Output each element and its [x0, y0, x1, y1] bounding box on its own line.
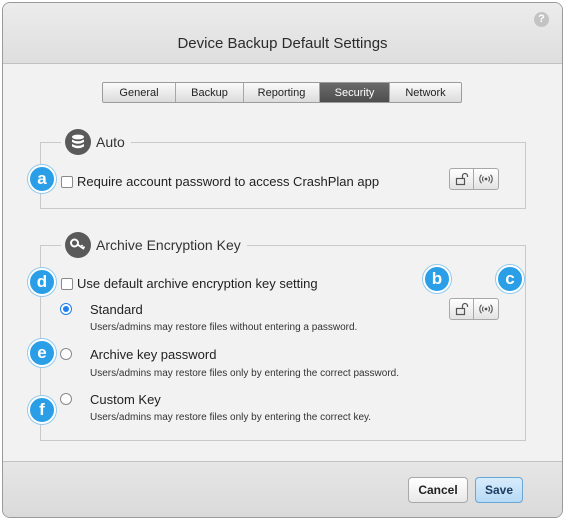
option-standard-label: Standard — [90, 302, 143, 317]
radio-custom-key[interactable] — [60, 393, 72, 405]
callout-a: a — [28, 165, 56, 193]
callout-b: b — [423, 265, 451, 293]
option-custom-key-label: Custom Key — [90, 392, 161, 407]
auto-section-header: Auto — [61, 128, 131, 156]
tab-network[interactable]: Network — [390, 83, 461, 102]
broadcast-icon — [479, 304, 493, 314]
callout-f: f — [28, 396, 56, 424]
use-default-key-checkbox[interactable] — [61, 278, 73, 290]
radio-standard[interactable] — [60, 303, 72, 315]
tab-reporting[interactable]: Reporting — [244, 83, 320, 102]
option-custom-key-description: Users/admins may restore files only by e… — [90, 412, 372, 423]
cancel-button[interactable]: Cancel — [408, 477, 468, 503]
encryption-lock-controls — [449, 298, 499, 320]
unlock-button[interactable] — [449, 168, 474, 190]
use-default-key-label: Use default archive encryption key setti… — [77, 276, 318, 291]
callout-c: c — [496, 265, 524, 293]
dialog-title: Device Backup Default Settings — [177, 35, 388, 52]
auto-lock-controls — [449, 168, 499, 190]
encryption-section-title: Archive Encryption Key — [96, 237, 241, 253]
callout-d: d — [28, 268, 56, 296]
encryption-section-header: Archive Encryption Key — [61, 231, 247, 259]
tab-backup[interactable]: Backup — [176, 83, 244, 102]
option-archive-key-password-label: Archive key password — [90, 347, 217, 362]
auto-section-title: Auto — [96, 134, 125, 150]
radio-archive-key-password[interactable] — [60, 348, 72, 360]
unlock-icon — [455, 302, 469, 316]
push-button[interactable] — [474, 168, 499, 190]
require-password-checkbox[interactable] — [61, 176, 73, 188]
unlock-button[interactable] — [449, 298, 474, 320]
option-archive-key-password-description: Users/admins may restore files only by e… — [90, 368, 400, 379]
settings-tabs: General Backup Reporting Security Networ… — [102, 82, 462, 103]
unlock-icon — [455, 172, 469, 186]
push-button[interactable] — [474, 298, 499, 320]
callout-e: e — [28, 339, 56, 367]
option-standard-description: Users/admins may restore files without e… — [90, 322, 358, 333]
dialog-footer: Cancel Save — [3, 461, 562, 517]
broadcast-icon — [479, 174, 493, 184]
tab-general[interactable]: General — [103, 83, 176, 102]
dialog-titlebar: Device Backup Default Settings ? — [3, 3, 562, 64]
key-icon — [65, 232, 91, 258]
tab-security[interactable]: Security — [320, 83, 390, 102]
help-icon[interactable]: ? — [534, 12, 549, 27]
database-icon — [65, 129, 91, 155]
save-button[interactable]: Save — [475, 477, 523, 503]
require-password-label: Require account password to access Crash… — [77, 174, 380, 189]
